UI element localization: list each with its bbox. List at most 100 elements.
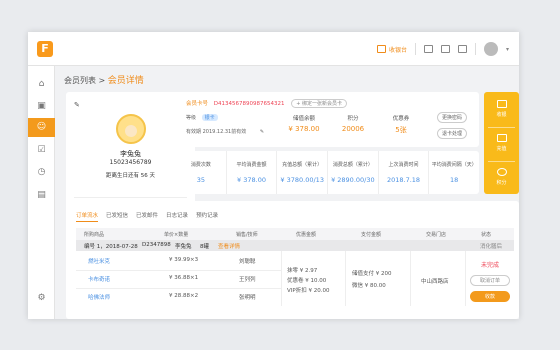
home-icon[interactable]: ⌂: [35, 78, 48, 91]
stat-cell: 消费总额（累计） ¥ 2890.00/30: [328, 151, 379, 194]
level-badge: 银卡: [201, 114, 218, 121]
gear-icon[interactable]: ⚙: [35, 292, 48, 305]
cashier-label: 收银台: [388, 46, 407, 54]
product-link[interactable]: 燃吐米克: [88, 257, 110, 265]
stat-label: 优惠券: [392, 116, 410, 122]
stat-label: 平均消费间隔（天）: [431, 162, 477, 168]
tab-email[interactable]: 已发邮件: [136, 211, 158, 222]
stat-value: 5张: [395, 126, 407, 134]
chevron-down-icon[interactable]: ▾: [506, 46, 509, 53]
tab-bar: 订单流水 已发短信 已发邮件 日志记录 预约记录: [76, 211, 218, 222]
stat-value: 18: [450, 176, 459, 184]
cashier-button[interactable]: 收银台: [376, 45, 407, 54]
column-header: 所购商品: [84, 232, 105, 238]
stat-cell: 上次消费时间 2018.7.18: [379, 151, 430, 194]
card-actions: 更换密码 退卡处理: [436, 112, 467, 139]
divider: [414, 43, 416, 55]
stat-value: ¥ 378.00: [237, 176, 266, 184]
order-id: D2347898: [142, 242, 171, 248]
clock-icon[interactable]: ◷: [35, 166, 48, 179]
edit-icon[interactable]: ✎: [260, 129, 264, 135]
level-row: 等级 银卡: [186, 114, 218, 121]
action-label: 充值: [496, 146, 507, 152]
divider: [474, 43, 476, 55]
action-label: 收银: [496, 112, 507, 118]
divider: [410, 251, 411, 306]
clipboard-icon: [496, 134, 507, 142]
stat-label: 消费次数: [190, 162, 211, 168]
order-status: 未完成 取消订单 收款: [470, 260, 510, 302]
recharge-action[interactable]: 充值: [484, 134, 519, 152]
tab-sms[interactable]: 已发短信: [106, 211, 128, 222]
message-icon[interactable]: [440, 45, 450, 53]
divider: [488, 161, 515, 162]
tab-logs[interactable]: 日志记录: [166, 211, 188, 222]
member-icon[interactable]: ☺: [28, 118, 55, 137]
stat-value: 35: [196, 176, 205, 184]
product-link[interactable]: 卡布奇诺: [88, 275, 110, 283]
discount-line: 抹零 ¥ 2.97: [287, 268, 318, 274]
quick-actions: 收银 充值 积分: [484, 92, 519, 194]
product-link[interactable]: 哈佛法师: [88, 293, 110, 301]
card-number-row: 会员卡号 D4134567890987654321 + 绑定一张新会员卡: [186, 99, 348, 108]
divider: [465, 251, 466, 306]
report-icon[interactable]: ▤: [35, 189, 48, 202]
stat-value: 2018.7.18: [386, 176, 421, 184]
divider: [74, 197, 187, 198]
expiry-label: 有效期: [186, 129, 202, 135]
change-password-button[interactable]: 更换密码: [436, 112, 467, 123]
table-header: 所购商品 单价×数量 销售/技师 优惠金额 支付金额 交易门店 状态: [76, 228, 514, 240]
stat-value: 20006: [341, 125, 365, 133]
stat-cell: 平均消费金额 ¥ 378.00: [227, 151, 278, 194]
divider: [76, 270, 281, 271]
discount-line: VIP折扣 ¥ 20.00: [287, 288, 330, 294]
store-name: 中山西路店: [421, 279, 449, 285]
sidebar: ⌂ ▣ ☺ ☑ ◷ ▤ ⚙: [28, 66, 55, 319]
document-icon[interactable]: [423, 45, 433, 53]
order-header-row: 编号 1，2018-07-28 D2347898 李兔兔 8罐 查看详情 消化膳…: [76, 240, 514, 251]
stat-label: 消费总额（累计）: [332, 162, 373, 168]
checkout-action[interactable]: 收银: [484, 100, 519, 118]
collect-payment-button[interactable]: 收款: [470, 291, 510, 302]
user-avatar[interactable]: [483, 42, 498, 56]
payment-line: 微信 ¥ 80.00: [352, 283, 386, 289]
table-row: 卡布奇诺 ¥ 36.88×1 王列列: [76, 270, 256, 287]
divider: [76, 288, 281, 289]
tab-appointments[interactable]: 预约记录: [196, 211, 218, 222]
discount-details: 抹零 ¥ 2.97 优惠卷 ¥ 10.00 VIP折扣 ¥ 20.00: [287, 266, 329, 296]
points-action[interactable]: 积分: [484, 168, 519, 186]
bag-icon[interactable]: ▣: [35, 100, 48, 113]
divider: [345, 251, 346, 306]
tab-orders[interactable]: 订单流水: [76, 211, 99, 222]
discount-line: 优惠卷 ¥ 10.00: [287, 278, 327, 284]
breadcrumb-parent[interactable]: 会员列表: [64, 76, 96, 85]
cancel-order-button[interactable]: 取消订单: [470, 275, 510, 286]
staff-name: 刘聪聪: [239, 259, 256, 265]
breadcrumb: 会员列表 > 会员详情: [64, 73, 144, 86]
status-badge: 未完成: [480, 262, 499, 269]
edit-icon[interactable]: ✎: [74, 101, 80, 109]
checklist-icon[interactable]: ☑: [35, 144, 48, 157]
order-tag: 消化膳后: [480, 244, 503, 250]
bind-card-button[interactable]: + 绑定一张新会员卡: [291, 99, 348, 108]
price-qty: ¥ 36.88×1: [169, 275, 199, 281]
refund-card-button[interactable]: 退卡处理: [436, 128, 467, 139]
stat-label: 储值余额: [292, 116, 315, 122]
stat-cell: 消费次数 35: [176, 151, 227, 194]
action-label: 积分: [496, 180, 507, 186]
expiry-row: 有效期 2019.12.31前有效 ✎: [186, 128, 264, 135]
screen: F 收银台 ▾ ⌂ ▣ ☺ ☑ ◷ ▤ ⚙ 会员列表 > 会员详情 ✎ ⚙ 李兔…: [0, 0, 560, 350]
avatar: [116, 114, 146, 144]
staff-name: 王列列: [239, 277, 256, 283]
stat-label: 平均消费金额: [236, 162, 267, 168]
coupon-stat: 优惠券 5张: [381, 114, 421, 135]
top-right-tools: 收银台 ▾: [376, 32, 509, 66]
view-detail-link[interactable]: 查看详情: [218, 242, 240, 250]
table-row: 燃吐米克 ¥ 39.99×3 刘聪聪: [76, 252, 256, 269]
bell-icon[interactable]: [457, 45, 467, 53]
order-member: 李兔兔: [175, 244, 192, 250]
table-row: 哈佛法师 ¥ 28.88×2 张明明: [76, 288, 256, 305]
column-header: 单价×数量: [164, 232, 189, 238]
expiry-value: 2019.12.31前有效: [202, 129, 247, 135]
stat-cell: 充值总额（累计） ¥ 3780.00/13: [277, 151, 329, 194]
